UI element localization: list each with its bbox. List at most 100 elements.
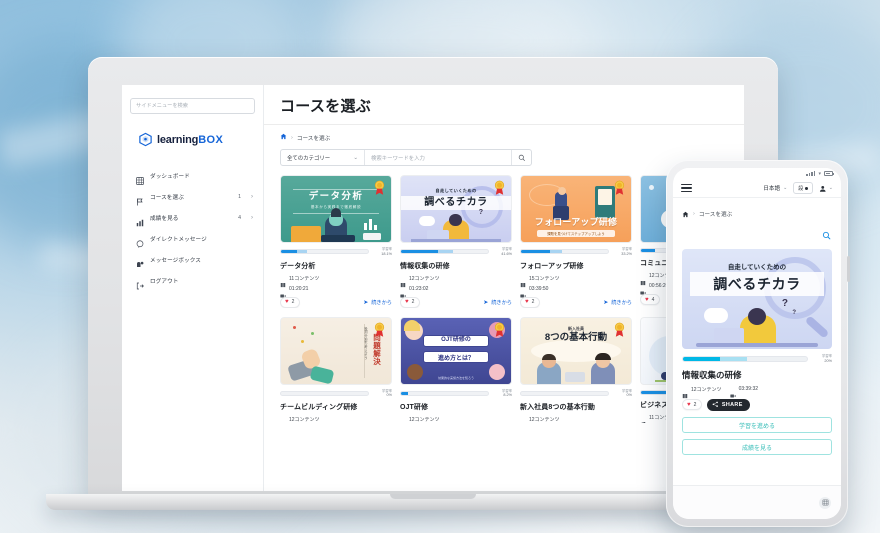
progress-row: 学習率 41.6% — [400, 247, 512, 256]
award-ribbon-icon — [493, 180, 506, 196]
share-button[interactable]: SHARE — [707, 398, 750, 412]
search-button[interactable] — [511, 150, 531, 165]
progress-fill-primary — [521, 250, 550, 254]
app-logo[interactable]: learningBOX — [122, 114, 263, 147]
course-card[interactable]: 新入社員 8つの基本行動 学習率 0% 新入社員8つの基本行動 12コンテンツ — [520, 316, 632, 424]
sidebar-item-courses[interactable]: コースを選ぶ 1 › — [122, 186, 263, 207]
breadcrumb: › コースを選ぶ — [264, 125, 744, 142]
chevron-down-icon: ⌄ — [783, 185, 788, 191]
like-button[interactable]: ♥ 2 — [682, 399, 703, 411]
video-icon — [280, 286, 286, 298]
sidebar-item-count: 4 — [238, 214, 241, 221]
course-card[interactable]: データ分析 基本から実践まで徹底解説 学習率 18.1% データ分析 11コンテ… — [280, 175, 392, 308]
study-button[interactable]: 学習を進める — [682, 417, 832, 434]
breadcrumb-current: コースを選ぶ — [296, 135, 331, 142]
course-contents-count: 12コンテンツ — [691, 386, 722, 393]
course-contents-meta: 12コンテンツ — [280, 416, 392, 423]
book-icon — [400, 417, 406, 423]
award-ribbon-icon — [373, 322, 386, 338]
sidebar-item-logout[interactable]: ログアウト — [122, 270, 263, 291]
progress-fill-secondary — [437, 250, 454, 254]
like-count: 2 — [411, 299, 415, 306]
course-thumbnail[interactable]: 自走していくための 調べるチカラ ? ? — [682, 249, 832, 349]
course-thumbnail[interactable]: 問題解決 役割分担も考えよう — [280, 316, 392, 385]
grades-button[interactable]: 成績を見る — [682, 439, 832, 456]
send-icon: ➤ — [483, 299, 489, 306]
book-icon — [280, 275, 286, 288]
course-thumbnail[interactable]: 自走していくための 調べるチカラ ? — [400, 175, 512, 243]
resume-link[interactable]: ➤ 続きから — [483, 299, 512, 306]
thumbnail-title: フォローアップ研修 — [534, 216, 618, 227]
sidebar-item-message-box[interactable]: メッセージボックス — [122, 249, 263, 270]
progress-label-value: 18.1% — [381, 251, 392, 256]
home-icon[interactable] — [682, 205, 689, 223]
phone-course-card[interactable]: 自走していくための 調べるチカラ ? ? 学習率 20% 情報収集の研修 12コ… — [673, 245, 841, 456]
course-card[interactable]: OJT研修の 進め方とは？ 効果的な実施方法を知ろう 学習率 8.2% OJT研… — [400, 316, 512, 424]
home-icon[interactable] — [280, 133, 287, 142]
course-card[interactable]: 問題解決 役割分担も考えよう 学習率 0% チームビルディング研修 12コンテン… — [280, 316, 392, 424]
progress-track — [520, 390, 609, 396]
course-card-footer: ♥ 2 ➤ 続きから — [400, 296, 512, 308]
language-selector[interactable]: 日本語 ⌄ — [763, 184, 787, 192]
category-select-value: 全てのカテゴリー — [287, 155, 331, 162]
study-button-label: 学習を進める — [738, 423, 775, 430]
sidebar-item-label: 成績を見る — [150, 215, 179, 222]
progress-label: 学習率 18.1% — [373, 247, 392, 256]
phone-status-bar: ▾ — [673, 168, 841, 179]
like-button[interactable]: ♥ 4 — [640, 294, 661, 305]
progress-track — [280, 390, 369, 396]
course-duration: 03:39:50 — [529, 285, 549, 292]
course-card[interactable]: フォローアップ研修 課題を見つけてステップアップしよう 学習率 33.2% フォ… — [520, 175, 632, 308]
course-thumbnail[interactable]: フォローアップ研修 課題を見つけてステップアップしよう — [520, 175, 632, 243]
course-duration-meta: 01:20:21 — [280, 286, 392, 298]
sidebar-item-grades[interactable]: 成績を見る 4 › — [122, 207, 263, 228]
video-icon — [640, 283, 646, 295]
progress-row: 学習率 20% — [682, 354, 832, 363]
phone-mockup: ▾ 日本語 ⌄ 段 ⌄ › コースを選ぶ 自走していくための 調べるチカラ ? … — [666, 160, 850, 527]
sidebar-item-label: ダイレクトメッセージ — [150, 236, 207, 243]
user-menu[interactable]: ⌄ — [819, 179, 833, 197]
course-contents-meta: 11コンテンツ — [280, 275, 392, 288]
phone-side-button — [847, 256, 850, 282]
list-icon[interactable] — [819, 496, 831, 509]
course-title: フォローアップ研修 — [520, 262, 584, 270]
like-count: 2 — [531, 299, 535, 306]
progress-fill-secondary — [720, 356, 748, 361]
like-button[interactable]: ♥ 2 — [400, 296, 421, 308]
search-filter-box: 全てのカテゴリー ⌄ 検索キーワードを入力 — [280, 149, 532, 166]
progress-fill-primary — [683, 356, 721, 361]
search-icon[interactable] — [822, 227, 831, 245]
video-icon — [520, 286, 526, 298]
hamburger-icon[interactable] — [681, 183, 692, 193]
sidebar-item-direct-message[interactable]: ダイレクトメッセージ — [122, 228, 263, 249]
category-select[interactable]: 全てのカテゴリー ⌄ — [281, 150, 365, 165]
like-button[interactable]: ♥ 2 — [520, 296, 541, 308]
sidebar-item-dashboard[interactable]: ダッシュボード — [122, 165, 263, 186]
course-contents-count: 12コンテンツ — [409, 417, 440, 424]
progress-row: 学習率 0% — [520, 389, 632, 397]
like-button[interactable]: ♥ 2 — [280, 296, 301, 308]
course-thumbnail[interactable]: データ分析 基本から実践まで徹底解説 — [280, 175, 392, 243]
course-thumbnail[interactable]: 新入社員 8つの基本行動 — [520, 316, 632, 385]
course-card[interactable]: 自走していくための 調べるチカラ ? 学習率 41.6% 情報収集の研修 12コ… — [400, 175, 512, 308]
resume-link[interactable]: ➤ 続きから — [363, 299, 392, 306]
share-icon — [712, 401, 719, 410]
phone-search-row — [673, 223, 841, 245]
phone-footer — [673, 485, 841, 519]
laptop-screen: learningBOX ダッシュボード コースを選ぶ — [122, 85, 744, 491]
rank-badge[interactable]: 段 — [793, 182, 814, 194]
course-contents-meta: 12コンテンツ — [682, 386, 722, 399]
course-title: 情報収集の研修 — [682, 369, 742, 380]
course-duration-meta: 03:39:50 — [520, 285, 632, 298]
breadcrumb-separator: › — [693, 211, 695, 217]
wifi-icon: ▾ — [818, 170, 821, 177]
sidebar-search-input[interactable] — [130, 98, 255, 114]
course-duration: 01:23:02 — [409, 285, 429, 292]
resume-link[interactable]: ➤ 続きから — [603, 299, 632, 306]
course-thumbnail[interactable]: OJT研修の 進め方とは？ 効果的な実施方法を知ろう — [400, 316, 512, 385]
rank-badge-label: 段 — [798, 185, 804, 192]
keyword-search-input[interactable]: 検索キーワードを入力 — [365, 150, 511, 165]
thumbnail-subtitle: 進め方とは？ — [437, 355, 474, 362]
phone-card-actions: ♥ 2 SHARE — [682, 398, 832, 412]
thumbnail-title: 問題解決 — [373, 332, 381, 367]
